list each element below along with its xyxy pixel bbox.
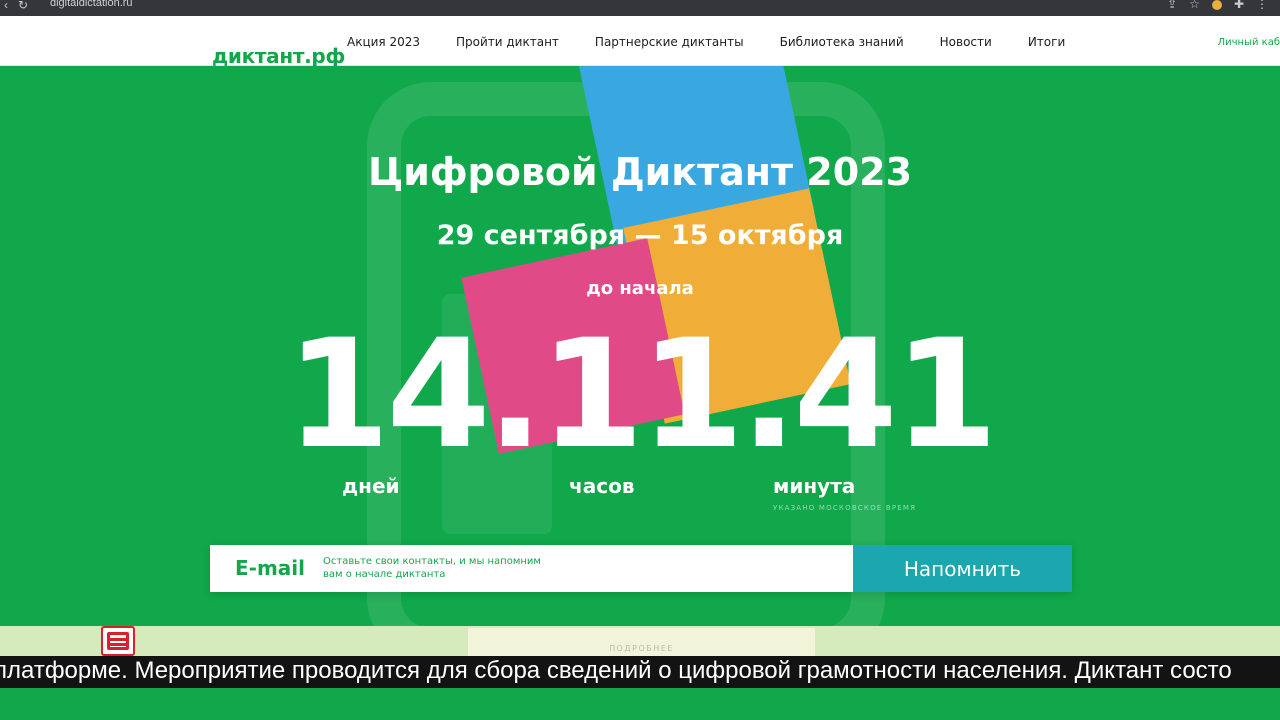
personal-cabinet-link[interactable]: Личный каб [1218,37,1280,48]
site-header: диктант.рф Акция 2023 Пройти диктант Пар… [0,16,1280,68]
lower-band: ПОДРОБНЕЕ [0,626,1280,658]
event-dates: 29 сентября — 15 октября [436,220,844,251]
reminder-form: E-mail Оставьте свои контакты, и мы напо… [210,545,1072,592]
menu-item-partner-dictations[interactable]: Партнерские диктанты [595,35,744,49]
tv-logo-bar [110,643,126,646]
browser-extensions: ⇪ ☆ ✚ ⋮ [1167,0,1268,11]
reload-icon[interactable]: ↻ [18,0,28,12]
hero-section: Цифровой Диктант 2023 29 сентября — 15 о… [0,66,1280,626]
timezone-note: УКАЗАНО МОСКОВСКОЕ ВРЕМЯ [773,504,917,512]
tv-channel-logo-icon [101,626,135,656]
menu-item-action-2023[interactable]: Акция 2023 [347,35,420,49]
browser-nav: ‹ ↻ [4,0,28,12]
countdown-caption: до начала [586,278,694,299]
menu-item-take-dictation[interactable]: Пройти диктант [456,35,559,49]
menu-icon[interactable]: ⋮ [1256,0,1268,11]
email-field-label[interactable]: E-mail [235,556,305,580]
tv-logo-frame [107,632,129,650]
back-icon[interactable]: ‹ [4,0,8,12]
countdown-hours-label: часов [569,474,635,498]
countdown-days-label: дней [342,474,400,498]
news-ticker: платформе. Мероприятие проводится для сб… [0,656,1280,688]
main-menu: Акция 2023 Пройти диктант Партнерские ди… [347,35,1101,49]
profile-icon[interactable] [1211,0,1222,10]
star-icon[interactable]: ☆ [1189,0,1200,11]
email-field-hint[interactable]: Оставьте свои контакты, и мы напомним ва… [323,555,563,581]
page-title: Цифровой Диктант 2023 [367,150,913,194]
remind-button[interactable]: Напомнить [853,545,1072,592]
extensions-icon[interactable]: ✚ [1234,0,1244,11]
menu-item-news[interactable]: Новости [940,35,992,49]
address-bar[interactable]: digitaldictation.ru [50,0,133,9]
more-button[interactable]: ПОДРОБНЕЕ [468,628,815,658]
site-logo[interactable]: диктант.рф [212,44,345,68]
countdown-minutes-label: минута [773,474,856,498]
share-icon[interactable]: ⇪ [1167,0,1177,11]
tv-logo-bar [110,638,126,641]
browser-toolbar: ‹ ↻ digitaldictation.ru ⇪ ☆ ✚ ⋮ [0,0,1280,16]
bottom-strip [0,688,1280,720]
countdown-timer: 14.11.41 [285,308,998,482]
menu-item-knowledge-library[interactable]: Библиотека знаний [780,35,904,49]
menu-item-results[interactable]: Итоги [1028,35,1065,49]
news-ticker-text: платформе. Мероприятие проводится для сб… [0,657,1232,684]
